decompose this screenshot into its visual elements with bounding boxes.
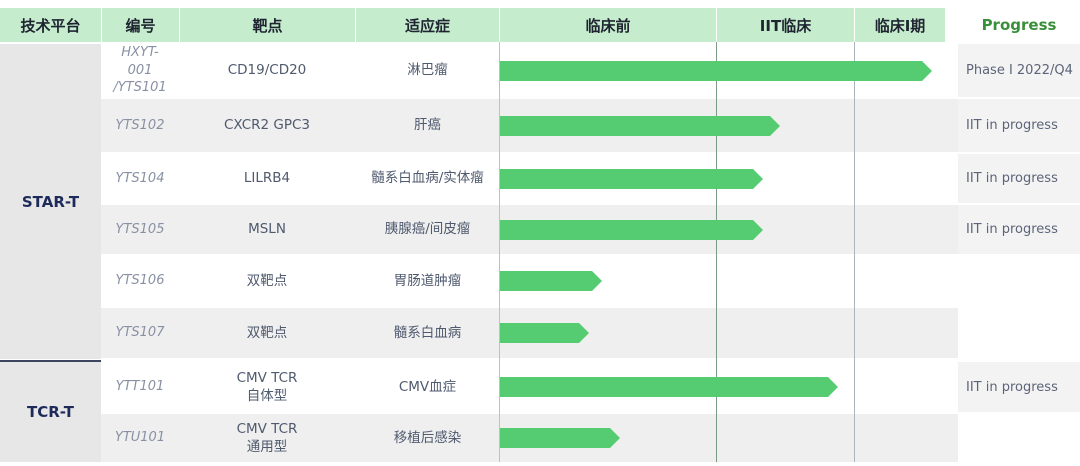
stage-progress-bar: [500, 168, 763, 189]
row-target: 双靶点: [246, 272, 288, 289]
row-code: YTT101: [115, 379, 165, 395]
row-target: CMV TCR 自体型: [236, 369, 298, 404]
row-indication: 髓系白血病: [393, 324, 462, 341]
stage-progress-bar: [500, 323, 589, 343]
header-divider: [499, 8, 500, 42]
stage-progress-bar: [500, 60, 932, 81]
row-indication: 移植后感染: [393, 429, 462, 446]
row-code: YTS107: [115, 325, 165, 341]
row-target: LILRB4: [243, 170, 291, 187]
row-progress: Phase I 2022/Q4: [958, 44, 1080, 97]
header-target: 靶点: [180, 8, 355, 42]
row-target: CD19/CD20: [227, 62, 307, 79]
header-indication: 适应症: [356, 8, 499, 42]
row-progress: [958, 414, 1080, 462]
row-progress: IIT in progress: [958, 99, 1080, 152]
row-target: MSLN: [248, 221, 286, 238]
row-progress: [958, 256, 1080, 306]
row-target: 双靶点: [246, 324, 288, 341]
row-code: HXYT- 001 /YTS101: [113, 45, 167, 96]
header-divider: [101, 8, 102, 42]
row-code: YTS106: [115, 273, 165, 289]
stage-progress-bar: [500, 377, 838, 397]
row-indication: 胰腺癌/间皮瘤: [384, 221, 471, 238]
row-code: YTS105: [115, 221, 165, 237]
stage-line-iit: [716, 42, 717, 462]
stage-progress-bar: [500, 271, 602, 291]
row-progress: IIT in progress: [958, 362, 1080, 412]
row-progress: IIT in progress: [958, 205, 1080, 254]
stage-line-preclinical: [499, 42, 500, 462]
header-progress: Progress: [981, 16, 1057, 34]
row-indication: CMV血症: [398, 378, 457, 395]
row-indication: 髓系白血病/实体瘤: [371, 170, 484, 187]
row-indication: 胃肠道肿瘤: [393, 272, 462, 289]
header-code: 编号: [102, 8, 179, 42]
stage-progress-bar: [500, 219, 763, 240]
row-code: YTU101: [114, 430, 166, 446]
header-preclinical: 临床前: [500, 8, 716, 42]
row-target: CXCR2 GPC3: [224, 117, 310, 134]
stage-line-phase1: [854, 42, 855, 462]
stage-progress-bar: [500, 428, 620, 448]
header-platform: 技术平台: [0, 8, 101, 42]
row-indication: 淋巴瘤: [407, 62, 448, 79]
header-divider: [854, 8, 855, 42]
platform-star-t: STAR-T: [0, 44, 101, 359]
header-iit: IIT临床: [717, 8, 854, 42]
row-progress: IIT in progress: [958, 154, 1080, 203]
row-indication: 肝癌: [414, 117, 441, 134]
header-divider: [179, 8, 180, 42]
header-phase1: 临床I期: [855, 8, 945, 42]
platform-tcr-t: TCR-T: [0, 362, 101, 462]
row-code: YTS102: [115, 117, 165, 133]
row-code: YTS104: [115, 170, 165, 186]
header-divider: [355, 8, 356, 42]
stage-progress-bar: [500, 115, 780, 136]
row-progress: [958, 308, 1080, 358]
row-target: CMV TCR 通用型: [236, 420, 298, 455]
header-divider: [716, 8, 717, 42]
